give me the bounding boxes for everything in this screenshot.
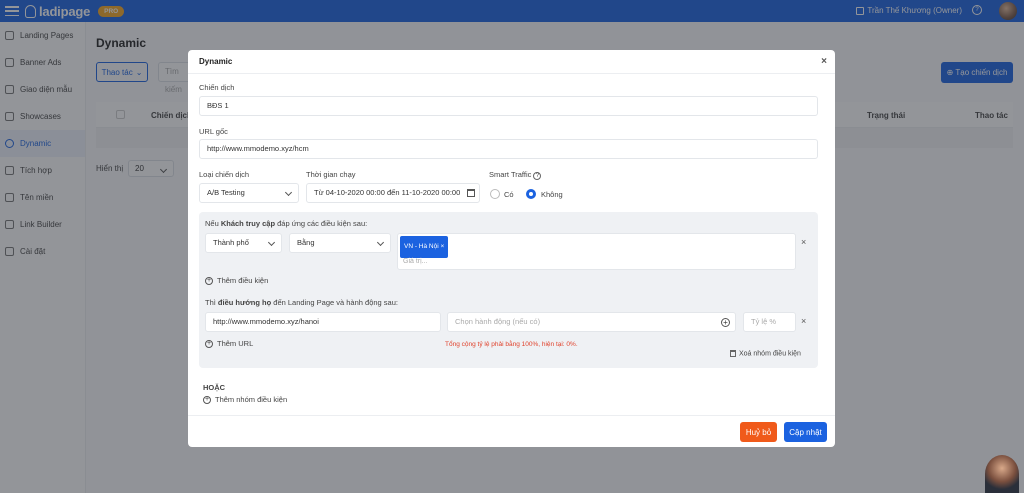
smart-traffic-yes-label: Có bbox=[504, 190, 514, 199]
add-url-label: Thêm URL bbox=[217, 339, 254, 348]
redirect-subject: điều hướng họ bbox=[217, 298, 272, 307]
add-condition-button[interactable]: + Thêm điều kiện bbox=[205, 276, 269, 286]
condition-prefix: Nếu bbox=[205, 219, 221, 228]
close-icon[interactable]: × bbox=[821, 56, 827, 67]
webcam-overlay-image bbox=[985, 455, 1019, 493]
modal-title: Dynamic bbox=[199, 57, 233, 66]
remove-tag-icon[interactable]: × bbox=[441, 243, 445, 250]
condition-field-select[interactable]: Thành phố bbox=[205, 233, 282, 253]
add-url-button[interactable]: + Thêm URL bbox=[205, 339, 254, 349]
condition-value-placeholder: Giá trị... bbox=[403, 258, 428, 265]
redirect-suffix: đến Landing Page và hành động sau: bbox=[271, 298, 398, 307]
smart-traffic-yes-radio[interactable] bbox=[490, 189, 500, 199]
delete-group-button[interactable]: Xoá nhóm điều kiện bbox=[730, 350, 801, 357]
condition-value-input[interactable]: VN - Hà Nội × Giá trị... bbox=[397, 233, 796, 270]
info-icon[interactable]: ? bbox=[533, 172, 542, 180]
plus-circle-icon: + bbox=[205, 277, 213, 286]
dynamic-modal: Dynamic × Chiến dịch BĐS 1 URL gốc http:… bbox=[188, 50, 835, 447]
smart-traffic-no-label: Không bbox=[541, 190, 563, 199]
cancel-button[interactable]: Huỷ bỏ bbox=[740, 422, 777, 442]
condition-suffix: đáp ứng các điều kiện sau: bbox=[275, 219, 368, 228]
redirect-prefix: Thì bbox=[205, 298, 218, 307]
url-label: URL gốc bbox=[199, 127, 228, 136]
plus-circle-icon: + bbox=[203, 396, 211, 405]
run-time-input[interactable]: Từ 04-10-2020 00:00 đến 11-10-2020 00:00 bbox=[306, 183, 480, 203]
update-button[interactable]: Cập nhật bbox=[784, 422, 827, 442]
delete-group-label: Xoá nhóm điều kiện bbox=[739, 350, 801, 358]
remove-condition-icon[interactable]: × bbox=[801, 237, 806, 247]
add-group-label: Thêm nhóm điều kiện bbox=[215, 395, 288, 404]
campaign-label: Chiến dịch bbox=[199, 83, 235, 92]
run-time-label: Thời gian chạy bbox=[306, 170, 356, 179]
ratio-input[interactable]: Tỷ lệ % bbox=[743, 312, 796, 332]
condition-tag-label: VN - Hà Nội bbox=[404, 243, 439, 250]
or-separator: HOẶC bbox=[203, 383, 226, 392]
plus-circle-icon: + bbox=[205, 340, 213, 349]
ratio-error-message: Tổng cộng tỷ lệ phải bằng 100%, hiện tại… bbox=[445, 341, 578, 348]
redirect-url-input[interactable]: http://www.mmodemo.xyz/hanoi bbox=[205, 312, 441, 332]
trash-icon bbox=[730, 350, 736, 357]
calendar-icon[interactable] bbox=[467, 189, 475, 197]
campaign-name-input[interactable]: BĐS 1 bbox=[199, 96, 818, 116]
modal-footer-divider bbox=[188, 415, 835, 416]
action-select[interactable]: Chọn hành động (nếu có) bbox=[447, 312, 736, 332]
smart-traffic-text: Smart Traffic bbox=[489, 170, 532, 179]
modal-header: Dynamic × bbox=[188, 50, 835, 74]
add-condition-label: Thêm điều kiện bbox=[217, 276, 269, 285]
redirect-description: Thì điều hướng họ đến Landing Page và hà… bbox=[205, 298, 398, 307]
smart-traffic-label: Smart Traffic ? bbox=[489, 170, 542, 180]
base-url-input[interactable]: http://www.mmodemo.xyz/hcm bbox=[199, 139, 818, 159]
condition-group: Nếu Khách truy cập đáp ứng các điều kiện… bbox=[199, 212, 818, 368]
add-action-icon[interactable]: + bbox=[721, 318, 730, 327]
remove-url-icon[interactable]: × bbox=[801, 316, 806, 326]
smart-traffic-no-radio[interactable] bbox=[526, 189, 536, 199]
add-group-button[interactable]: + Thêm nhóm điều kiện bbox=[203, 395, 288, 405]
campaign-type-select[interactable]: A/B Testing bbox=[199, 183, 299, 203]
condition-operator-select[interactable]: Bằng bbox=[289, 233, 391, 253]
campaign-type-label: Loại chiến dịch bbox=[199, 170, 250, 179]
condition-description: Nếu Khách truy cập đáp ứng các điều kiện… bbox=[205, 219, 367, 228]
condition-subject: Khách truy cập bbox=[220, 219, 276, 228]
